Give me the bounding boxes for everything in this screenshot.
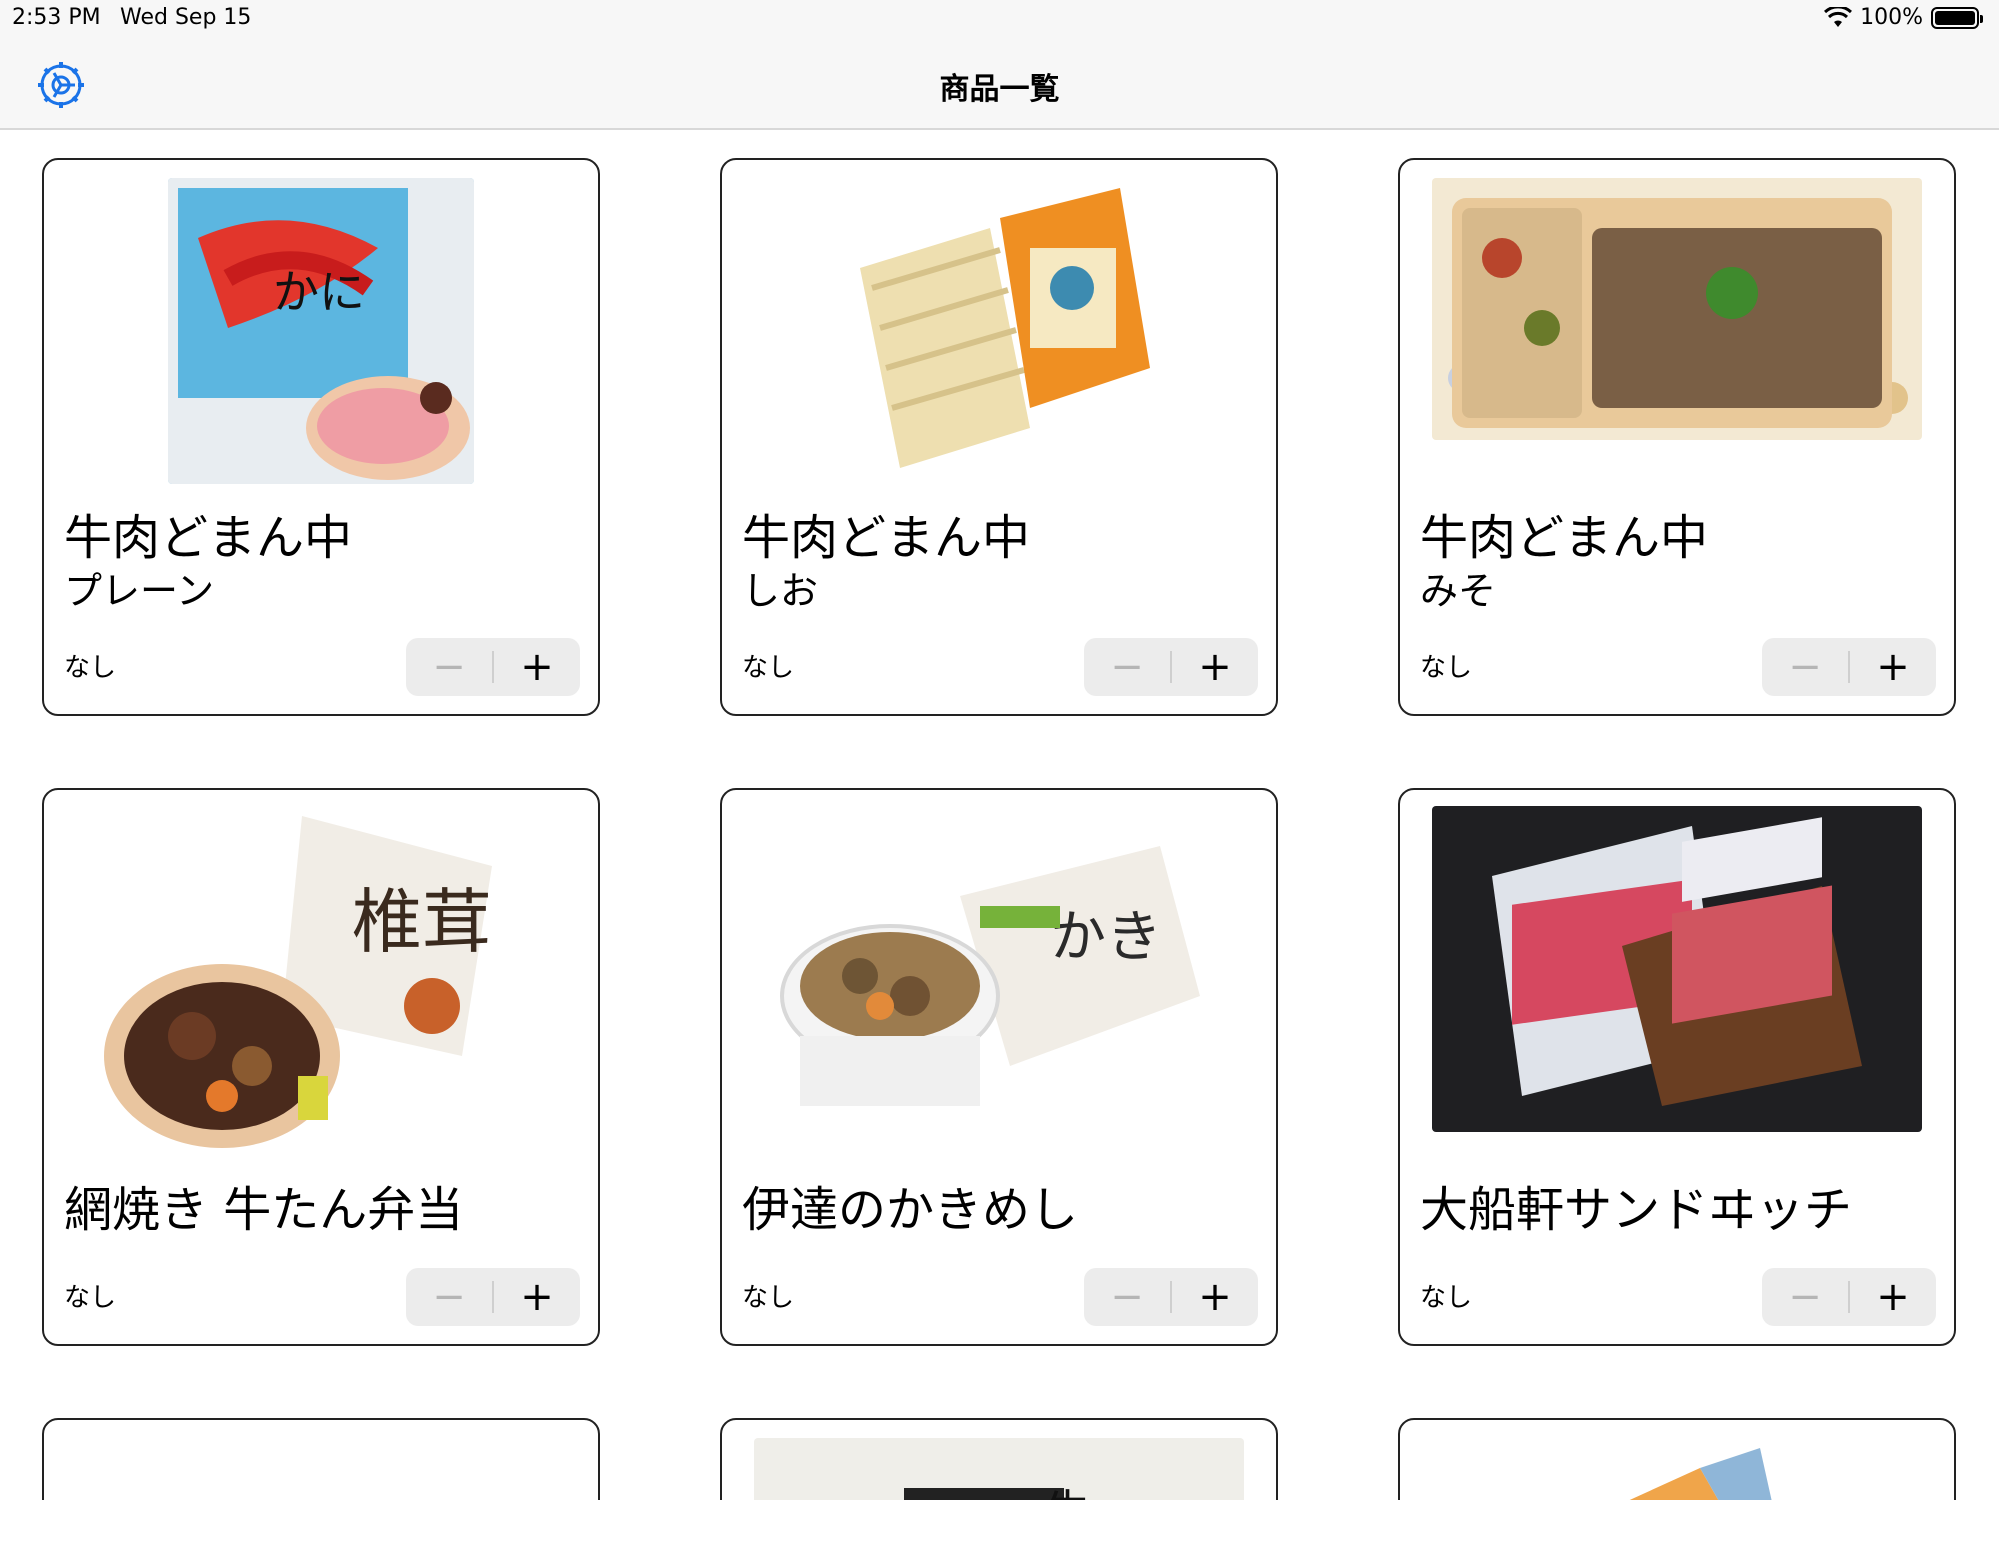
product-image: かき xyxy=(780,836,1210,1136)
decrement-button[interactable]: − xyxy=(1084,1268,1170,1326)
product-count: なし xyxy=(1420,1283,1473,1313)
product-name: 牛肉どまん中 xyxy=(1420,510,1709,566)
quantity-stepper[interactable]: − + xyxy=(1762,1268,1936,1326)
decrement-button[interactable]: − xyxy=(1762,1268,1848,1326)
status-bar: 2:53 PM Wed Sep 15 100% xyxy=(0,0,1999,36)
product-count: なし xyxy=(64,1283,117,1313)
product-name: 大船軒サンドヰッチ xyxy=(1420,1182,1853,1238)
status-right: 100% xyxy=(1824,5,1983,30)
navigation-bar: 商品一覧 xyxy=(0,36,1999,130)
increment-button[interactable]: + xyxy=(494,1268,580,1326)
quantity-stepper[interactable]: − + xyxy=(406,1268,580,1326)
status-date: Wed Sep 15 xyxy=(120,5,252,30)
quantity-stepper[interactable]: − + xyxy=(1762,638,1936,696)
product-name: 伊達のかきめし xyxy=(742,1182,1079,1238)
wifi-icon xyxy=(1824,6,1853,27)
increment-button[interactable]: + xyxy=(1850,638,1936,696)
quantity-stepper[interactable]: − + xyxy=(406,638,580,696)
increment-button[interactable]: + xyxy=(1172,638,1258,696)
product-image xyxy=(1432,178,1922,440)
screen-bottom-mask xyxy=(0,1500,1999,1560)
product-card[interactable]: 牛肉どまん中 みそ なし − + xyxy=(1398,158,1956,716)
product-name: 牛肉どまん中 xyxy=(64,510,353,566)
product-name: 網焼き 牛たん弁当 xyxy=(64,1182,464,1238)
svg-text:かき: かき xyxy=(1050,905,1162,970)
battery-icon xyxy=(1931,6,1983,29)
quantity-stepper[interactable]: − + xyxy=(1084,1268,1258,1326)
decrement-button[interactable]: − xyxy=(1084,638,1170,696)
quantity-stepper[interactable]: − + xyxy=(1084,638,1258,696)
product-variant: みそ xyxy=(1420,569,1497,613)
product-card[interactable]: かき 伊達のかきめし なし − + xyxy=(720,788,1278,1346)
product-card[interactable]: 椎茸 網焼き 牛たん弁当 なし − + xyxy=(42,788,600,1346)
product-count: なし xyxy=(742,1283,795,1313)
page-title: 商品一覧 xyxy=(939,72,1060,107)
product-image xyxy=(840,178,1162,484)
product-name: 牛肉どまん中 xyxy=(742,510,1031,566)
svg-text:椎茸: 椎茸 xyxy=(352,881,492,963)
product-variant: しお xyxy=(742,569,819,613)
product-count: なし xyxy=(64,653,117,683)
decrement-button[interactable]: − xyxy=(406,638,492,696)
increment-button[interactable]: + xyxy=(1850,1268,1936,1326)
decrement-button[interactable]: − xyxy=(406,1268,492,1326)
product-image: 椎茸 xyxy=(102,806,548,1152)
product-image: かに xyxy=(168,178,474,484)
battery-percent: 100% xyxy=(1860,5,1923,30)
product-image xyxy=(1432,806,1922,1132)
product-count: なし xyxy=(1420,653,1473,683)
status-time: 2:53 PM xyxy=(12,5,101,30)
product-card[interactable]: 牛肉どまん中 しお なし − + xyxy=(720,158,1278,716)
product-card[interactable]: かに 牛肉どまん中 プレーン なし − + xyxy=(42,158,600,716)
increment-button[interactable]: + xyxy=(1172,1268,1258,1326)
product-card[interactable]: 大船軒サンドヰッチ なし − + xyxy=(1398,788,1956,1346)
increment-button[interactable]: + xyxy=(494,638,580,696)
decrement-button[interactable]: − xyxy=(1762,638,1848,696)
product-variant: プレーン xyxy=(64,569,215,613)
product-count: なし xyxy=(742,653,795,683)
svg-text:かに: かに xyxy=(273,265,365,319)
